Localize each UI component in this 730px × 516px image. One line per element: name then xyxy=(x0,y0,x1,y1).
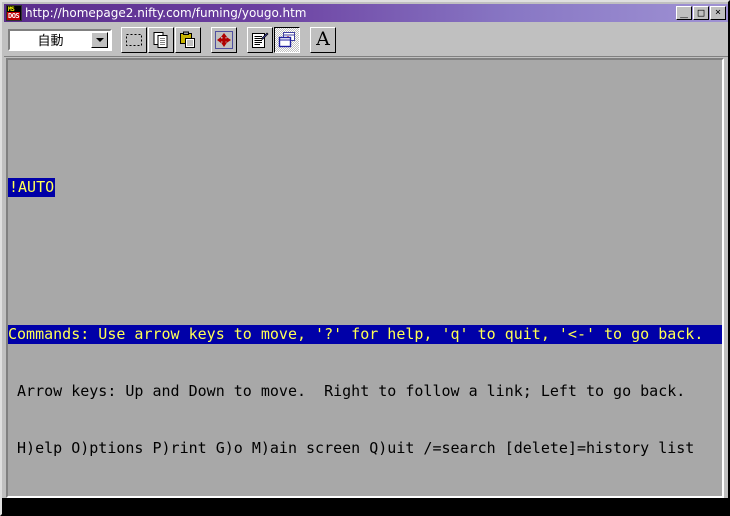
help-line-2: H)elp O)ptions P)rint G)o M)ain screen Q… xyxy=(8,439,722,458)
close-button[interactable]: × xyxy=(710,6,726,20)
title-bar[interactable]: MS DOS http://homepage2.nifty.com/fuming… xyxy=(4,4,728,22)
close-icon: × xyxy=(714,7,722,18)
copy-button[interactable] xyxy=(148,26,174,53)
paste-icon xyxy=(180,31,195,48)
font-button[interactable]: A xyxy=(310,26,336,53)
combobox-dropdown-button[interactable] xyxy=(91,31,108,48)
font-size-combobox[interactable]: 自動 xyxy=(8,28,112,51)
minimize-icon: _ xyxy=(680,4,688,19)
lynx-screen: !AUTO FRAMESET: rows=44%,* FRAME: ue FRA… xyxy=(8,60,722,496)
paste-button[interactable] xyxy=(175,26,201,53)
chevron-down-icon xyxy=(95,37,104,42)
console-area: !AUTO FRAMESET: rows=44%,* FRAME: ue FRA… xyxy=(6,58,724,498)
font-size-value: 自動 xyxy=(37,34,64,49)
minimize-button[interactable]: _ xyxy=(676,4,692,20)
properties-icon xyxy=(252,32,269,48)
page-title-line: !AUTO xyxy=(8,178,722,197)
copy-icon xyxy=(153,31,168,48)
toolbar: 自動 A xyxy=(4,23,728,57)
dos-window: MS DOS http://homepage2.nifty.com/fuming… xyxy=(0,0,730,516)
lynx-status-bar: Commands: Use arrow keys to move, '?' fo… xyxy=(8,287,722,496)
ms-dos-icon: MS DOS xyxy=(6,5,22,21)
properties-button[interactable] xyxy=(247,26,273,53)
maximize-button[interactable]: □ xyxy=(693,6,709,20)
screen-top-pad xyxy=(8,117,722,121)
ms-dos-icon-bottom-text: DOS xyxy=(7,12,21,20)
mark-button[interactable] xyxy=(121,26,147,53)
background-window-icon xyxy=(278,31,295,47)
window-title: http://homepage2.nifty.com/fuming/yougo.… xyxy=(25,6,307,20)
page-title-tag: !AUTO xyxy=(8,178,56,197)
window-controls: _ □ × xyxy=(676,4,726,20)
maximize-icon: □ xyxy=(697,6,705,19)
background-button[interactable] xyxy=(274,26,300,53)
font-A-icon: A xyxy=(316,28,330,50)
fullscreen-arrows-icon xyxy=(215,30,233,49)
help-line-1: Arrow keys: Up and Down to move. Right t… xyxy=(8,382,722,401)
commands-status-line: Commands: Use arrow keys to move, '?' fo… xyxy=(8,325,722,344)
window-bottom-strip xyxy=(2,498,728,514)
mark-icon xyxy=(126,33,142,46)
fullscreen-button[interactable] xyxy=(211,26,237,53)
